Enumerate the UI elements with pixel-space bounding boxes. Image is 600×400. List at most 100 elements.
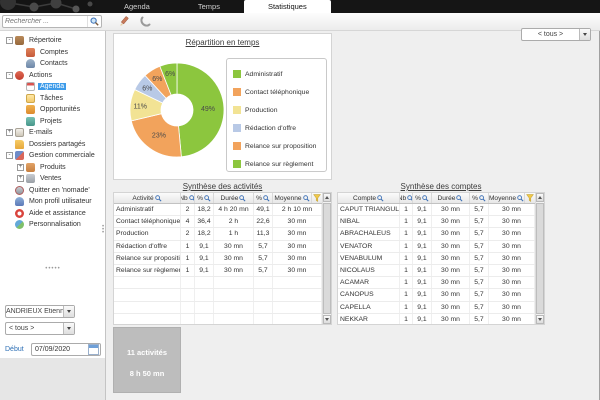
sidebar-item-mon-profil-utilisateur[interactable]: Mon profil utilisateur (0, 196, 105, 208)
sidebar-item-opportunit-s[interactable]: Opportunités (0, 104, 105, 116)
scroll-down-icon[interactable] (323, 315, 331, 324)
sidebar-item-gestion-commerciale[interactable]: -Gestion commerciale (0, 150, 105, 162)
tab-statistiques[interactable]: Statistiques (244, 0, 331, 13)
column-header[interactable]: Moyenne (273, 193, 312, 203)
column-search-icon[interactable] (377, 195, 384, 202)
debut-date-field[interactable]: 07/09/2020 (31, 343, 101, 356)
column-search-icon[interactable] (422, 195, 429, 202)
sidebar-item-produits[interactable]: +Produits (0, 162, 105, 174)
filter-funnel-icon[interactable] (525, 193, 535, 203)
table-cell: 2 (181, 228, 195, 239)
sidebar-item-label: Ventes (38, 175, 63, 182)
table-cell: 4 h 20 mn (214, 204, 254, 215)
column-header[interactable]: % (254, 193, 273, 203)
column-search-icon[interactable] (517, 195, 524, 202)
table-cell (273, 289, 322, 300)
table-row[interactable]: Contact téléphonique436,42 h22,630 mn (114, 216, 322, 228)
sidebar-item-agenda[interactable]: Agenda (0, 81, 105, 93)
sidebar-item-e-mails[interactable]: +E-mails (0, 127, 105, 139)
table-cell (214, 289, 254, 300)
calendar-icon[interactable] (88, 344, 99, 355)
vue-dropdown[interactable]: ANDRIEUX Etienne (5, 305, 75, 318)
scroll-up-icon[interactable] (323, 193, 331, 202)
column-header[interactable]: Nb (181, 193, 195, 203)
sidebar-vertical-splitter[interactable]: ••• (101, 226, 105, 235)
column-search-icon[interactable] (204, 195, 211, 202)
tab-agenda[interactable]: Agenda (100, 0, 174, 13)
column-search-icon[interactable] (263, 195, 270, 202)
table-row[interactable]: VENABULUM19,130 mn5,730 mn (338, 253, 535, 265)
table-row[interactable]: Relance sur règlement19,130 mn5,730 mn (114, 265, 322, 277)
scrollbar-thumb[interactable] (323, 203, 331, 314)
pie-slice-value: 49% (201, 106, 215, 113)
column-header[interactable]: Activité (114, 193, 181, 203)
sidebar-item-r-pertoire[interactable]: -Répertoire (0, 35, 105, 47)
search-input[interactable] (3, 18, 87, 25)
column-header[interactable]: Durée (432, 193, 470, 203)
sidebar-item-ventes[interactable]: + Ventes (0, 173, 105, 185)
tab-temps[interactable]: Temps (174, 0, 244, 13)
table-row[interactable]: ACAMAR19,130 mn5,730 mn (338, 277, 535, 289)
table-row[interactable]: CAPELLA19,130 mn5,730 mn (338, 302, 535, 314)
column-header[interactable]: Nb (400, 193, 413, 203)
sidebar-item-aide-et-assistance[interactable]: Aide et assistance (0, 208, 105, 220)
toolbar: < tous > (0, 13, 600, 31)
table-row[interactable]: Production218,21 h11,330 mn (114, 228, 322, 240)
phone-icon[interactable] (138, 15, 152, 28)
column-search-icon[interactable] (303, 195, 310, 202)
table-row[interactable]: CAPUT TRIANGULI19,130 mn5,730 mn (338, 204, 535, 216)
filter-funnel-icon[interactable] (312, 193, 322, 203)
column-header[interactable]: Moyenne (489, 193, 525, 203)
column-header[interactable]: % (470, 193, 489, 203)
column-search-icon[interactable] (479, 195, 486, 202)
scroll-down-icon[interactable] (536, 315, 544, 324)
column-header[interactable]: % (413, 193, 432, 203)
scroll-up-icon[interactable] (536, 193, 544, 202)
sales-icon (26, 174, 35, 183)
expand-icon[interactable]: + (6, 129, 13, 136)
scrollbar-thumb[interactable] (536, 203, 544, 314)
collapse-icon[interactable]: - (6, 152, 13, 159)
search-icon[interactable] (87, 16, 101, 27)
top-right-filter-dropdown[interactable]: < tous > (521, 28, 591, 41)
accounts-scrollbar[interactable] (535, 193, 544, 324)
sidebar-item-projets[interactable]: Projets (0, 116, 105, 128)
sidebar-item-quitter-en-nomade-[interactable]: Quitter en 'nomade' (0, 185, 105, 197)
table-row[interactable]: NIBAL19,130 mn5,730 mn (338, 216, 535, 228)
table-row[interactable]: VENATOR19,130 mn5,730 mn (338, 241, 535, 253)
table-row[interactable]: CANOPUS19,130 mn5,730 mn (338, 289, 535, 301)
sidebar-item-t-ches[interactable]: Tâches (0, 93, 105, 105)
sidebar-item-actions[interactable]: -Actions (0, 70, 105, 82)
table-row[interactable]: Administratif218,24 h 20 mn49,12 h 10 mn (114, 204, 322, 216)
chevron-down-icon[interactable] (63, 323, 74, 334)
search-field[interactable] (2, 15, 102, 28)
column-header[interactable]: Durée (214, 193, 254, 203)
sidebar-item-contacts[interactable]: Contacts (0, 58, 105, 70)
column-header-label: % (472, 195, 478, 202)
sidebar-horizontal-splitter[interactable]: ••••• (0, 267, 106, 271)
collapse-icon[interactable]: - (6, 37, 13, 44)
column-search-icon[interactable] (155, 195, 162, 202)
collapse-icon[interactable]: - (6, 72, 13, 79)
etat-dropdown[interactable]: < tous > (5, 322, 75, 335)
column-search-icon[interactable] (239, 195, 246, 202)
table-row[interactable]: NICOLAUS19,130 mn5,730 mn (338, 265, 535, 277)
chevron-down-icon[interactable] (63, 306, 74, 317)
sidebar-item-dossiers-partag-s[interactable]: Dossiers partagés (0, 139, 105, 151)
chevron-down-icon[interactable] (579, 29, 590, 40)
sidebar-item-comptes[interactable]: Comptes (0, 47, 105, 59)
sidebar-item-personnalisation[interactable]: Personnalisation (0, 219, 105, 231)
column-header[interactable]: % (195, 193, 214, 203)
column-search-icon[interactable] (456, 195, 463, 202)
table-row[interactable]: Rédaction d'offre19,130 mn5,730 mn (114, 241, 322, 253)
table-row[interactable]: NEKKAR19,130 mn5,730 mn (338, 314, 535, 325)
edit-pencil-icon[interactable] (117, 15, 131, 28)
activities-scrollbar[interactable] (322, 193, 331, 324)
expand-icon[interactable]: + (17, 175, 24, 182)
expand-icon[interactable]: + (17, 164, 24, 171)
actions-gear-icon (15, 71, 24, 80)
table-row[interactable]: ABRACHALEUS19,130 mn5,730 mn (338, 228, 535, 240)
table-row[interactable]: Relance sur proposition19,130 mn5,730 mn (114, 253, 322, 265)
table-cell: VENABULUM (338, 253, 400, 264)
column-header[interactable]: Compte (338, 193, 400, 203)
